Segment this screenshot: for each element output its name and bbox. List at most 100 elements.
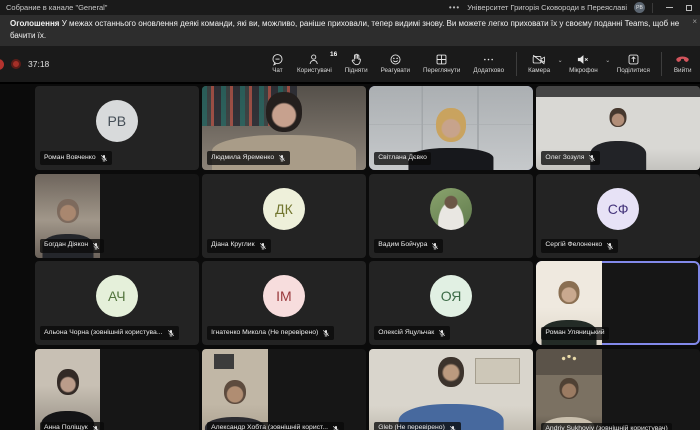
minimize-button[interactable]	[666, 7, 673, 8]
meeting-timer: 37:18	[28, 59, 49, 69]
participant-name: Олег Зозуля	[545, 155, 584, 162]
raise-hand-icon	[350, 53, 363, 66]
participants-grid: РВ Роман Вовченко Людмила Яременко Світлана…	[35, 84, 700, 430]
participant-video	[536, 349, 601, 430]
react-button[interactable]: Реагувати	[374, 53, 416, 74]
divider	[661, 52, 662, 76]
participant-tile[interactable]: Анна Поліщук	[35, 349, 199, 430]
person-silhouette	[610, 108, 627, 127]
announcement-title: Оголошення	[10, 19, 59, 28]
mic-off-icon	[167, 329, 175, 337]
participant-initials-avatar: ДК	[263, 188, 305, 230]
participant-name-tag: Александр Хобта (зовнішній корист...	[207, 422, 344, 430]
participant-tile[interactable]: Олег Зозуля	[536, 86, 700, 170]
participant-name-tag: Andriy Sukhoviy (зовнішній користувач)	[541, 423, 671, 430]
teams-meeting-window: Собрание в канале "General" ••• Універси…	[0, 0, 700, 430]
mic-button[interactable]: Мікрофон	[563, 53, 605, 74]
participant-name: Роман Вовченко	[44, 155, 96, 162]
mic-off-icon	[449, 425, 457, 430]
participant-name: Альона Чорна (зовнішній користува...	[44, 330, 163, 337]
participant-photo-avatar	[430, 188, 472, 230]
person-silhouette	[224, 380, 246, 404]
person-silhouette	[57, 199, 79, 223]
participant-video	[35, 349, 100, 430]
chat-icon	[271, 53, 284, 66]
participant-name-tag: Gleb (Не перевірено)	[374, 422, 461, 430]
participant-name-tag: Вадим Бойчура	[374, 239, 443, 253]
profile-avatar[interactable]: РВ	[634, 2, 645, 13]
participant-tile[interactable]: Gleb (Не перевірено)	[369, 349, 533, 430]
person-silhouette	[436, 108, 466, 142]
mic-off-icon	[438, 329, 446, 337]
participant-tile[interactable]: СФ Сергій Фелоненко	[536, 174, 700, 258]
participant-name: Світлана Дєвко	[378, 155, 427, 162]
participant-tile[interactable]: ОЯОлексій Яцульчак	[369, 261, 533, 345]
restore-button[interactable]	[686, 5, 692, 11]
participant-tile[interactable]: Вадим Бойчура	[369, 174, 533, 258]
raise-hand-button[interactable]: Підняти	[338, 53, 374, 74]
participant-tile[interactable]: РВ Роман Вовченко	[35, 86, 199, 170]
participant-tile[interactable]: Andriy Sukhoviy (зовнішній користувач)	[536, 349, 700, 430]
participant-tile[interactable]: ДК Діана Круглик	[202, 174, 366, 258]
chat-button[interactable]: Чат	[264, 53, 290, 74]
mic-off-icon	[100, 154, 108, 162]
participant-initials-avatar: АЧ	[96, 275, 138, 317]
participant-name-tag: Роман Вовченко	[40, 151, 112, 165]
participant-name-tag: Олег Зозуля	[541, 151, 600, 165]
person-silhouette	[266, 92, 302, 132]
mic-off-icon	[92, 242, 100, 250]
camera-off-icon	[532, 53, 546, 66]
participant-name: Ігнатенко Микола (Не перевірено)	[211, 330, 318, 337]
participant-name-tag: Діана Круглик	[207, 239, 270, 253]
announcement-banner: Оголошення У межах останнього оновлення …	[0, 15, 700, 46]
participant-name: Діана Круглик	[211, 242, 254, 249]
participant-name-tag: Роман Уляницький	[541, 327, 608, 340]
participant-name: Александр Хобта (зовнішній корист...	[211, 425, 328, 430]
participant-name-tag: Олексій Яцульчак	[374, 326, 450, 340]
participant-name-tag: Богдан Діякон	[40, 239, 104, 253]
more-icon	[482, 53, 495, 66]
person-silhouette	[438, 357, 464, 387]
close-icon[interactable]: ×	[692, 18, 697, 26]
person-silhouette	[559, 281, 580, 304]
divider	[652, 3, 653, 13]
divider	[516, 52, 517, 76]
share-screen-icon	[627, 53, 640, 66]
hang-up-icon	[675, 53, 690, 66]
camera-button[interactable]: Камера	[522, 53, 557, 74]
participant-initials-avatar: ІМ	[263, 275, 305, 317]
participants-button[interactable]: 16 Користувачі	[290, 53, 338, 74]
participant-name-tag: Сергій Фелоненко	[541, 239, 618, 253]
participant-tile[interactable]: Людмила Яременко	[202, 86, 366, 170]
more-options-icon[interactable]: •••	[449, 3, 460, 12]
participant-initials-avatar: СФ	[597, 188, 639, 230]
person-silhouette	[57, 369, 79, 395]
participant-name-tag: Ігнатенко Микола (Не перевірено)	[207, 326, 334, 340]
participant-tile[interactable]: АЧ Альона Чорна (зовнішній користува...	[35, 261, 199, 345]
participant-tile[interactable]: ІМ Ігнатенко Микола (Не перевірено)	[202, 261, 366, 345]
participant-name-tag: Альона Чорна (зовнішній користува...	[40, 326, 179, 340]
participant-video	[369, 349, 533, 430]
announcement-text: У межах останнього оновлення деякі коман…	[10, 19, 679, 40]
mic-off-icon	[278, 154, 286, 162]
leave-button[interactable]: Вийти	[667, 53, 698, 74]
participant-initials-avatar: РВ	[96, 100, 138, 142]
mic-muted-icon	[576, 53, 590, 66]
participant-tile[interactable]: Александр Хобта (зовнішній корист...	[202, 349, 366, 430]
participant-name: Andriy Sukhoviy (зовнішній користувач)	[545, 426, 667, 430]
participants-count-badge: 16	[330, 52, 337, 59]
participant-tile[interactable]: Світлана Дєвко	[369, 86, 533, 170]
mic-off-icon	[588, 154, 596, 162]
mic-off-icon	[92, 425, 100, 430]
participant-name-tag: Анна Поліщук	[40, 422, 104, 430]
view-button[interactable]: Переглянути	[417, 53, 467, 74]
person-silhouette	[560, 378, 579, 399]
participant-tile[interactable]: Роман Уляницький	[536, 261, 700, 345]
mic-off-icon	[606, 242, 614, 250]
more-button[interactable]: Додатково	[467, 53, 511, 74]
share-button[interactable]: Поділитися	[610, 53, 656, 74]
participant-tile[interactable]: Богдан Діякон	[35, 174, 199, 258]
react-icon	[389, 53, 402, 66]
people-icon	[308, 53, 321, 66]
call-icon	[0, 59, 4, 70]
